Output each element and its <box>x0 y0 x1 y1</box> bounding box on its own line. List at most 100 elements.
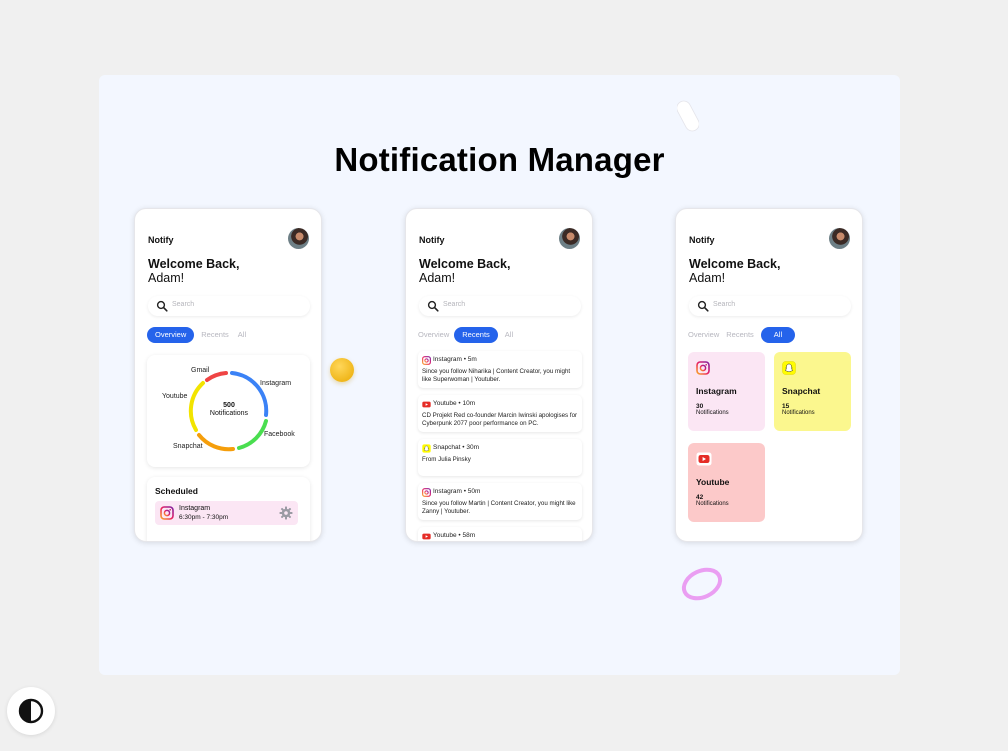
donut-card: Gmail Instagram Youtube Facebook Snapcha… <box>147 355 310 467</box>
tab-overview[interactable]: Overview <box>688 327 719 343</box>
instagram-icon <box>422 488 431 497</box>
scheduled-card: Scheduled Instagram 6:30pm - 7:30pm <box>147 477 310 541</box>
phone-all: Notify Welcome Back, Adam! Search Overvi… <box>675 208 863 542</box>
scheduled-app: Instagram <box>179 505 211 512</box>
tile-count: 42 <box>696 494 704 501</box>
avatar[interactable] <box>829 228 850 249</box>
search-input[interactable]: Search <box>148 296 310 316</box>
decor-yellow-sphere <box>330 358 354 382</box>
welcome-text: Welcome Back, Adam! <box>689 257 780 285</box>
donut-total: 500 <box>223 402 235 409</box>
app-name: Notify <box>148 235 174 245</box>
notification-text: Since you follow Niharika | Content Crea… <box>422 368 571 383</box>
donut-segment-snapchat <box>197 433 235 452</box>
welcome-line2: Adam! <box>689 271 726 285</box>
tab-overview[interactable]: Overview <box>147 327 195 343</box>
tile-instagram[interactable]: Instagram 30 Notifications <box>688 352 765 431</box>
tile-youtube[interactable]: Youtube 42 Notifications <box>688 443 765 522</box>
tile-label: Notifications <box>696 501 729 507</box>
tile-count: 15 <box>782 403 790 410</box>
notification-header: Youtube • 58m <box>433 532 476 539</box>
welcome-text: Welcome Back, Adam! <box>148 257 239 285</box>
welcome-line1: Welcome Back, <box>419 257 511 271</box>
tab-all[interactable]: All <box>503 327 515 343</box>
app-name: Notify <box>689 235 715 245</box>
tile-app: Snapchat <box>782 386 821 396</box>
snapchat-icon <box>422 444 431 453</box>
tab-recents[interactable]: Recents <box>199 327 231 343</box>
tab-overview[interactable]: Overview <box>418 327 449 343</box>
welcome-line1: Welcome Back, <box>689 257 781 271</box>
youtube-icon <box>422 401 431 408</box>
tab-all[interactable]: All <box>236 327 248 343</box>
legend-snapchat: Snapchat <box>173 443 203 450</box>
tab-recents[interactable]: Recents <box>724 327 756 343</box>
search-icon <box>156 300 168 312</box>
search-placeholder: Search <box>443 301 466 308</box>
scheduled-time: 6:30pm - 7:30pm <box>179 514 229 521</box>
welcome-text: Welcome Back, Adam! <box>419 257 510 285</box>
tile-snapchat[interactable]: Snapchat 15 Notifications <box>774 352 851 431</box>
phone-recents: Notify Welcome Back, Adam! Search Overvi… <box>405 208 593 542</box>
avatar[interactable] <box>559 228 580 249</box>
notification-header: Youtube • 10m <box>433 400 476 407</box>
instagram-icon <box>422 356 431 365</box>
theme-toggle-button[interactable] <box>7 687 55 735</box>
donut-segment-gmail <box>205 371 228 382</box>
tab-all[interactable]: All <box>760 327 796 343</box>
showcase-canvas: Notification Manager Notify Welcome Back… <box>99 75 900 675</box>
welcome-line2: Adam! <box>419 271 456 285</box>
tile-app: Youtube <box>696 477 730 487</box>
tab-bar: Overview Recents All <box>688 327 796 343</box>
notification-list: Instagram • 5m Since you follow Niharika… <box>418 351 582 541</box>
scheduled-item[interactable]: Instagram 6:30pm - 7:30pm <box>155 501 298 525</box>
legend-youtube: Youtube <box>162 393 188 400</box>
search-icon <box>427 300 439 312</box>
tab-bar: Overview Recents All <box>418 327 515 343</box>
notification-text: Since you follow Martin | Content Creato… <box>422 500 576 515</box>
tile-label: Notifications <box>696 410 729 416</box>
search-input[interactable]: Search <box>689 296 851 316</box>
notification-text: CD Projekt Red co-founder Marcin Iwinski… <box>422 412 578 427</box>
legend-instagram: Instagram <box>260 380 292 387</box>
avatar[interactable] <box>288 228 309 249</box>
tile-label: Notifications <box>782 410 815 416</box>
decor-pink-ring <box>681 567 723 601</box>
snapchat-icon <box>782 361 796 375</box>
tab-bar: Overview Recents All <box>147 327 248 343</box>
contrast-icon <box>18 698 44 724</box>
donut-segment-facebook <box>237 419 268 450</box>
youtube-icon <box>696 452 712 466</box>
search-placeholder: Search <box>172 301 195 308</box>
decor-white-pill <box>677 100 699 132</box>
youtube-icon <box>422 533 431 540</box>
list-item[interactable]: Youtube • 58m <box>418 527 582 541</box>
welcome-line1: Welcome Back, <box>148 257 240 271</box>
notification-header: Instagram • 5m <box>433 356 477 363</box>
tab-recents[interactable]: Recents <box>454 327 498 343</box>
legend-gmail: Gmail <box>191 367 210 374</box>
notification-text: From Julia Pinsky <box>422 456 471 463</box>
list-item[interactable]: Instagram • 50m Since you follow Martin … <box>418 483 582 520</box>
list-item[interactable]: Snapchat • 30m From Julia Pinsky <box>418 439 582 476</box>
search-placeholder: Search <box>713 301 736 308</box>
notification-header: Snapchat • 30m <box>433 444 480 451</box>
scheduled-title: Scheduled <box>155 486 198 496</box>
instagram-icon <box>160 506 174 520</box>
tile-app: Instagram <box>696 386 737 396</box>
gear-icon[interactable] <box>279 506 293 520</box>
welcome-line2: Adam! <box>148 271 185 285</box>
phone-overview: Notify Welcome Back, Adam! Search Overvi… <box>134 208 322 542</box>
app-name: Notify <box>419 235 445 245</box>
search-icon <box>697 300 709 312</box>
legend-facebook: Facebook <box>264 431 295 438</box>
notification-header: Instagram • 50m <box>433 488 481 495</box>
search-input[interactable]: Search <box>419 296 581 316</box>
tile-count: 30 <box>696 403 704 410</box>
page-title: Notification Manager <box>334 141 665 178</box>
instagram-icon <box>696 361 710 375</box>
donut-caption: Notifications <box>209 410 249 417</box>
donut-center: 500 Notifications <box>199 402 259 418</box>
list-item[interactable]: Instagram • 5m Since you follow Niharika… <box>418 351 582 388</box>
list-item[interactable]: Youtube • 10m CD Projekt Red co-founder … <box>418 395 582 432</box>
